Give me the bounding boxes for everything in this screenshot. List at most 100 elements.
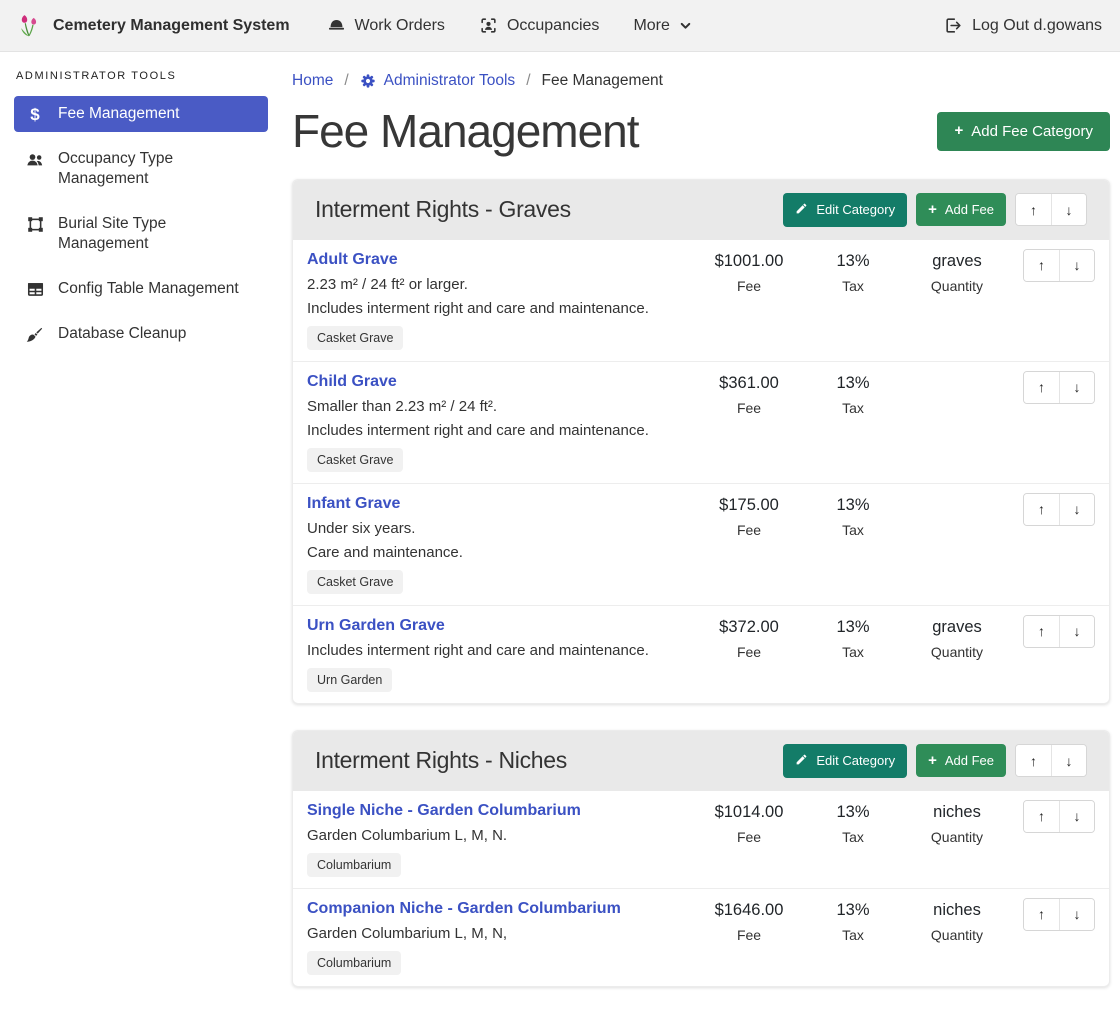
breadcrumb-separator: / [526,72,530,90]
fee-move-down-button[interactable]: ↓ [1059,372,1094,403]
tax-label: Tax [801,522,905,538]
category-header: Interment Rights - Niches Edit Category +A… [293,731,1109,791]
breadcrumb-current: Fee Management [542,72,664,90]
tax-value: 13% [801,618,905,637]
fee-move-up-button[interactable]: ↑ [1024,616,1059,647]
category-reorder-buttons: ↑↓ [1015,744,1087,777]
add-fee-label: Add Fee [945,202,994,217]
fee-description: 2.23 m² / 24 ft² or larger. [307,276,689,293]
fee-move-down-button[interactable]: ↓ [1059,616,1094,647]
quantity-value: graves [905,252,1009,271]
fee-amount-column: $372.00Fee [697,615,801,660]
add-fee-category-button[interactable]: + Add Fee Category [937,112,1110,151]
fee-amount-column: $175.00Fee [697,493,801,538]
top-navbar: Cemetery Management System Work Orders O… [0,0,1120,52]
fee-name-link[interactable]: Infant Grave [307,495,400,513]
fee-move-up-button[interactable]: ↑ [1024,801,1059,832]
fee-description: Garden Columbarium L, M, N, [307,925,689,942]
sidebar-item-label: Config Table Management [58,279,239,299]
fee-move-down-button[interactable]: ↓ [1059,801,1094,832]
category-header-actions: Edit Category +Add Fee ↑↓ [783,744,1087,778]
fee-name-link[interactable]: Adult Grave [307,251,398,269]
quantity-value-column: graves Quantity [905,249,1009,294]
fee-amount-column: $1014.00Fee [697,800,801,845]
breadcrumb-admin-tools-label: Administrator Tools [384,72,516,90]
sidebar-item-fee-management[interactable]: $Fee Management [14,96,268,132]
fee-type-badge: Urn Garden [307,668,392,692]
site-frame-icon [24,215,46,234]
edit-category-button[interactable]: Edit Category [783,193,907,227]
tax-value-column: 13%Tax [801,800,905,845]
fee-type-badge: Columbarium [307,853,401,877]
fee-amount-column: $1646.00Fee [697,898,801,943]
fee-move-down-button[interactable]: ↓ [1059,494,1094,525]
fee-move-down-button[interactable]: ↓ [1059,899,1094,930]
page-title-row: Fee Management + Add Fee Category [292,106,1110,157]
nav-more-menu[interactable]: More [616,0,708,51]
nav-more-label: More [633,17,669,35]
add-fee-label: Add Fee [945,753,994,768]
nav-occupancies-label: Occupancies [507,17,600,35]
quantity-label: Quantity [905,927,1009,943]
fee-amount: $1001.00 [697,252,801,271]
logout-label: Log Out d.gowans [972,17,1102,35]
nav-work-orders[interactable]: Work Orders [310,0,462,51]
tax-value-column: 13%Tax [801,615,905,660]
fee-row: Child GraveSmaller than 2.23 m² / 24 ft²… [293,362,1109,484]
category-move-down-button[interactable]: ↓ [1051,194,1086,225]
category-move-up-button[interactable]: ↑ [1016,194,1051,225]
tax-value-column: 13%Tax [801,371,905,416]
tax-label: Tax [801,927,905,943]
sidebar-item-occupancy-type-management[interactable]: Occupancy Type Management [14,141,268,197]
fee-move-up-button[interactable]: ↑ [1024,250,1059,281]
category-move-up-button[interactable]: ↑ [1016,745,1051,776]
fee-move-down-button[interactable]: ↓ [1059,250,1094,281]
app-brand[interactable]: Cemetery Management System [18,13,290,39]
fee-info: Companion Niche - Garden Columbarium Gard… [307,898,697,975]
fee-label: Fee [697,829,801,845]
nav-occupancies[interactable]: Occupancies [462,0,617,51]
sidebar-item-burial-site-type-management[interactable]: Burial Site Type Management [14,206,268,262]
fee-amount: $175.00 [697,496,801,515]
fee-move-up-button[interactable]: ↑ [1024,899,1059,930]
edit-category-button[interactable]: Edit Category [783,744,907,778]
add-fee-button[interactable]: +Add Fee [916,744,1006,777]
logout-button[interactable]: Log Out d.gowans [944,16,1102,35]
fee-name-link[interactable]: Single Niche - Garden Columbarium [307,802,581,820]
people-icon [24,150,46,170]
quantity-label: Quantity [905,278,1009,294]
admin-sidebar: ADMINISTRATOR TOOLS $Fee ManagementOccup… [0,52,280,362]
breadcrumb-home-link[interactable]: Home [292,72,333,90]
fee-amount: $361.00 [697,374,801,393]
breadcrumb-separator: / [344,72,348,90]
category-move-down-button[interactable]: ↓ [1051,745,1086,776]
sidebar-item-label: Burial Site Type Management [58,214,254,254]
fee-name-link[interactable]: Companion Niche - Garden Columbarium [307,900,621,918]
fee-row: Infant GraveUnder six years.Care and mai… [293,484,1109,606]
category-title: Interment Rights - Niches [315,747,567,774]
breadcrumb-admin-tools-link[interactable]: Administrator Tools [360,72,516,90]
quantity-value: graves [905,618,1009,637]
table-icon [24,280,46,299]
fee-move-up-button[interactable]: ↑ [1024,494,1059,525]
sidebar-item-config-table-management[interactable]: Config Table Management [14,271,268,307]
fee-category-card: Interment Rights - Niches Edit Category +A… [292,730,1110,987]
broom-icon [24,325,46,345]
sidebar-item-database-cleanup[interactable]: Database Cleanup [14,316,268,353]
fee-name-link[interactable]: Urn Garden Grave [307,617,445,635]
fee-description: Care and maintenance. [307,544,689,561]
fee-reorder-buttons: ↑↓ [1023,898,1095,931]
occupancy-badge-icon [479,16,498,35]
fee-amount-column: $361.00Fee [697,371,801,416]
fee-amount: $1646.00 [697,901,801,920]
fee-move-up-button[interactable]: ↑ [1024,372,1059,403]
add-fee-button[interactable]: + Add Fee [916,193,1006,226]
plus-icon: + [928,204,937,216]
fee-name-link[interactable]: Child Grave [307,373,397,391]
quantity-label: Quantity [905,644,1009,660]
app-title: Cemetery Management System [53,17,290,35]
add-fee-category-label: Add Fee Category [971,123,1093,140]
quantity-value: niches [905,901,1009,920]
fee-amount-column: $1001.00Fee [697,249,801,294]
fee-description: Includes interment right and care and ma… [307,422,689,439]
